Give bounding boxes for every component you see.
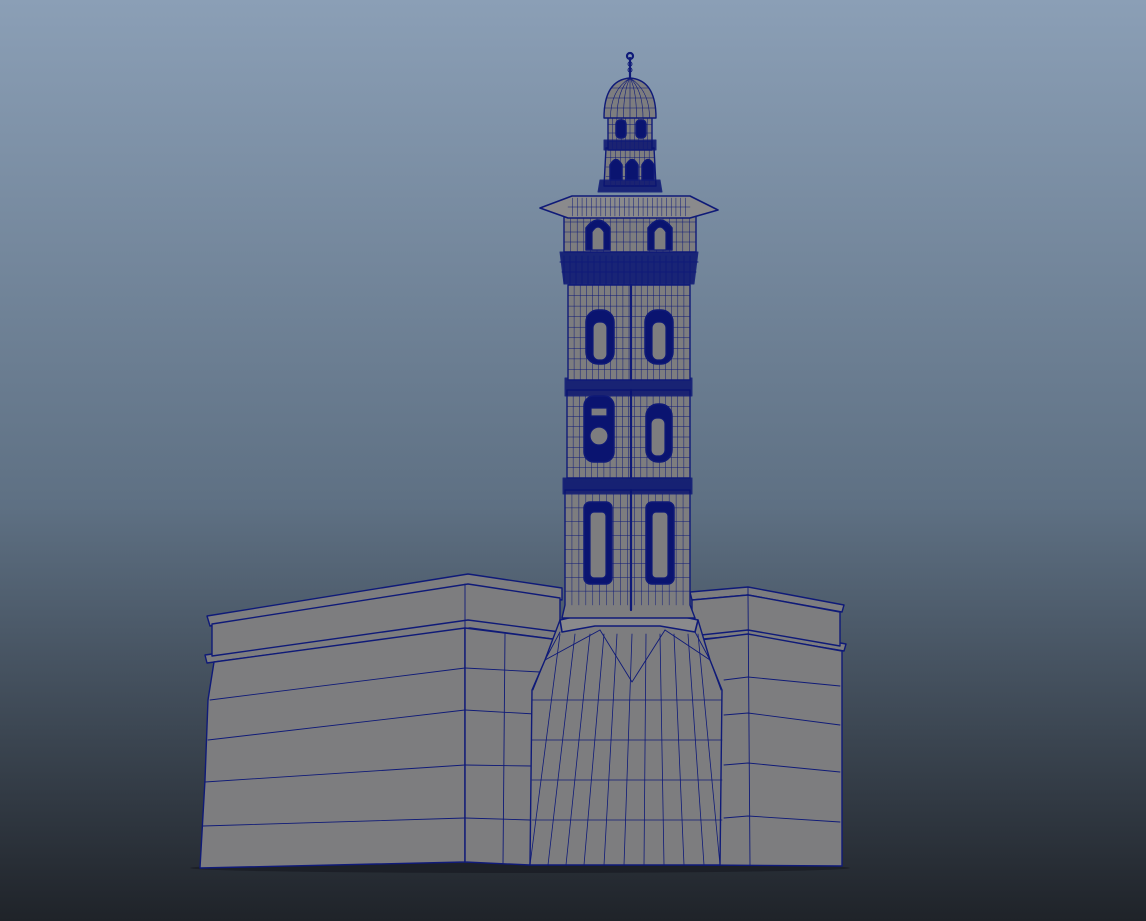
shaft-band-3 [564,377,693,397]
minaret-base[interactable] [529,609,723,866]
left-wall[interactable] [199,573,563,869]
balcony [559,251,699,285]
3d-viewport[interactable] [0,0,1146,921]
viewport-canvas[interactable] [0,0,1146,921]
shaft-band-2 [562,477,693,495]
shaft-lower [561,489,696,619]
